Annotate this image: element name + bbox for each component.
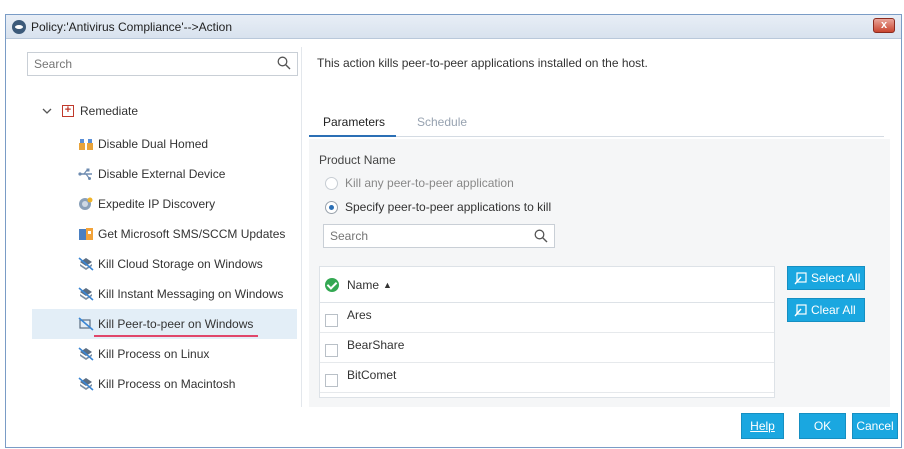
tree-item-disable-dual-homed[interactable]: Disable Dual Homed — [32, 129, 297, 159]
row-checkbox[interactable] — [325, 374, 338, 387]
tree-item-kill-process-macintosh[interactable]: Kill Process on Macintosh — [32, 369, 297, 399]
tree-item-label: Expedite IP Discovery — [98, 197, 216, 211]
tree-search-box — [27, 52, 298, 76]
search-icon[interactable] — [277, 56, 291, 70]
column-header-name[interactable]: Name — [347, 278, 379, 292]
tree-item-label: Get Microsoft SMS/SCCM Updates — [98, 227, 286, 241]
tree-item-get-microsoft-sms-updates[interactable]: Get Microsoft SMS/SCCM Updates — [32, 219, 297, 249]
row-checkbox[interactable] — [325, 344, 338, 357]
table-cell-name: BearShare — [347, 337, 405, 352]
tree-item-label: Disable External Device — [98, 167, 226, 181]
tree-node-remediate[interactable]: + Remediate — [42, 104, 138, 118]
applications-table: Name ▲ Ares BearShare BitComet — [319, 266, 775, 398]
table-header: Name ▲ — [320, 267, 774, 303]
radio-label: Kill any peer-to-peer application — [345, 176, 514, 190]
title-bar: Policy:'Antivirus Compliance'-->Action x — [6, 15, 901, 39]
dual-homed-icon — [79, 139, 93, 150]
ok-button[interactable]: OK — [799, 413, 846, 439]
radio-specify-apps[interactable]: Specify peer-to-peer applications to kil… — [325, 200, 551, 214]
help-button[interactable]: Help — [741, 413, 784, 439]
app-search-box — [323, 224, 555, 248]
kill-im-icon — [78, 287, 94, 301]
app-search-input[interactable] — [330, 225, 530, 247]
search-icon[interactable] — [534, 229, 548, 243]
tree-item-kill-process-linux[interactable]: Kill Process on Linux — [32, 339, 297, 369]
table-row[interactable]: BearShare — [320, 333, 774, 363]
tree-item-kill-instant-messaging[interactable]: Kill Instant Messaging on Windows — [32, 279, 297, 309]
tree-item-expedite-ip-discovery[interactable]: Expedite IP Discovery — [32, 189, 297, 219]
kill-process-icon — [78, 377, 94, 391]
tree-item-label: Kill Process on Linux — [98, 347, 210, 361]
tree-item-label: Kill Instant Messaging on Windows — [98, 287, 284, 301]
radio-button[interactable] — [325, 200, 338, 214]
tree-item-disable-external-device[interactable]: Disable External Device — [32, 159, 297, 189]
remediate-plus-icon: + — [62, 105, 74, 117]
table-cell-name: Ares — [347, 307, 372, 322]
tree-node-label: Remediate — [80, 104, 139, 118]
ip-discovery-icon — [79, 197, 93, 210]
close-button[interactable]: x — [873, 18, 895, 33]
kill-process-icon — [78, 347, 94, 361]
selected-underline — [94, 335, 258, 337]
clear-all-icon — [794, 303, 807, 316]
tab-bar: Parameters Schedule — [309, 111, 884, 137]
select-all-checkmark-icon[interactable] — [325, 277, 339, 292]
kill-p2p-icon — [78, 317, 94, 331]
tree-item-label: Disable Dual Homed — [98, 137, 209, 151]
action-details-panel: This action kills peer-to-peer applicati… — [303, 39, 901, 407]
dialog-window: Policy:'Antivirus Compliance'-->Action x… — [5, 14, 902, 448]
tree-list: Disable Dual Homed Disable External Devi… — [32, 129, 297, 399]
tab-schedule[interactable]: Schedule — [417, 115, 467, 129]
radio-label: Specify peer-to-peer applications to kil… — [345, 200, 552, 214]
sort-ascending-icon[interactable]: ▲ — [383, 280, 392, 290]
tree-item-kill-peer-to-peer[interactable]: Kill Peer-to-peer on Windows — [32, 309, 297, 339]
row-checkbox[interactable] — [325, 314, 338, 327]
select-all-icon — [794, 271, 807, 284]
table-cell-name: BitComet — [347, 367, 397, 382]
tree-search-input[interactable] — [34, 53, 274, 75]
product-name-label: Product Name — [319, 153, 396, 167]
radio-button[interactable] — [325, 176, 338, 190]
active-tab-indicator — [309, 135, 396, 137]
clear-all-button[interactable]: Clear All — [787, 298, 865, 322]
select-all-button[interactable]: Select All — [787, 266, 865, 290]
chevron-down-icon[interactable] — [42, 106, 52, 116]
radio-kill-any[interactable]: Kill any peer-to-peer application — [325, 176, 514, 190]
tree-item-label: Kill Cloud Storage on Windows — [98, 257, 263, 271]
table-row[interactable]: BitComet — [320, 363, 774, 393]
cancel-button[interactable]: Cancel — [852, 413, 898, 439]
action-tree-panel: + Remediate Disable Dual Homed Disable E… — [22, 47, 302, 407]
tree-item-label: Kill Peer-to-peer on Windows — [98, 317, 254, 331]
tree-item-kill-cloud-storage[interactable]: Kill Cloud Storage on Windows — [32, 249, 297, 279]
action-description: This action kills peer-to-peer applicati… — [317, 56, 648, 70]
app-logo-icon — [12, 19, 26, 34]
select-all-label: Select All — [811, 271, 861, 285]
tree-item-label: Kill Process on Macintosh — [98, 377, 236, 391]
kill-cloud-icon — [78, 257, 94, 271]
table-row[interactable]: Ares — [320, 303, 774, 333]
window-title: Policy:'Antivirus Compliance'-->Action — [31, 19, 232, 34]
sms-updates-icon — [79, 228, 93, 240]
clear-all-label: Clear All — [811, 303, 856, 317]
tab-parameters[interactable]: Parameters — [323, 115, 385, 129]
usb-icon — [78, 168, 92, 180]
